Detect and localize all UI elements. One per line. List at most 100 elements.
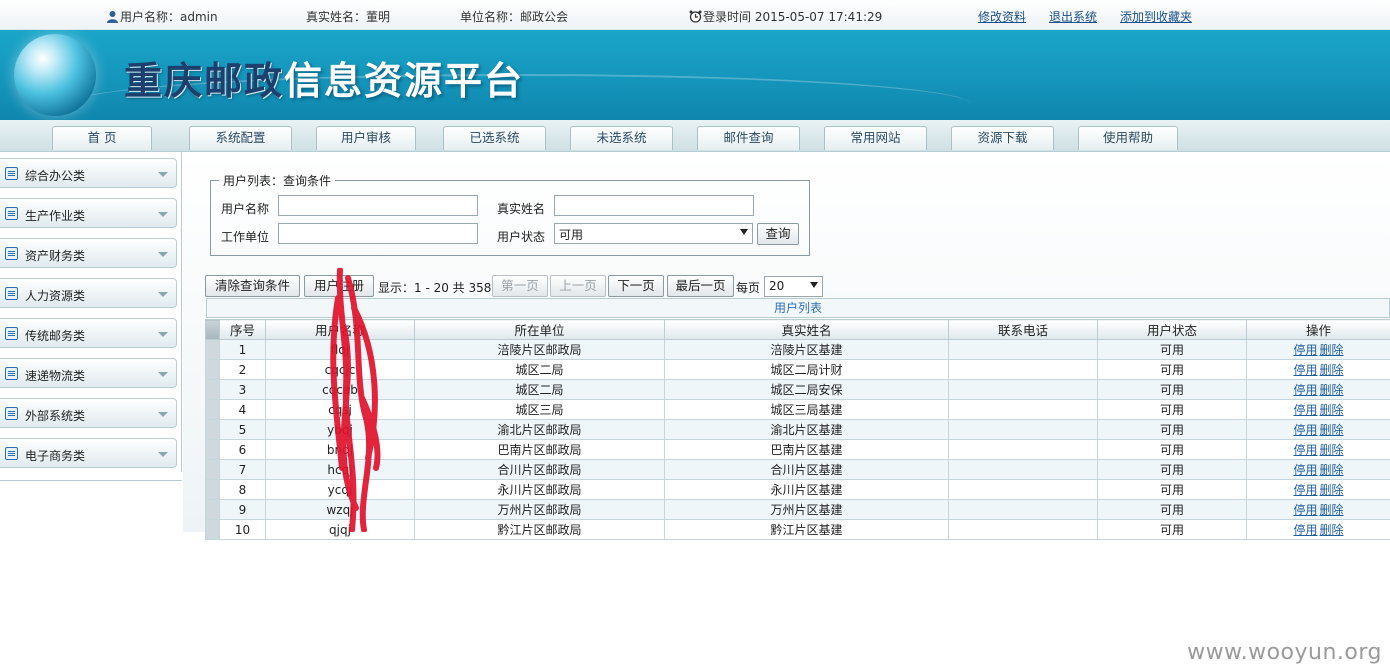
tab-unselected-systems[interactable]: 未选系统 xyxy=(570,126,673,150)
sidebar-item-external[interactable]: 外部系统类 xyxy=(0,398,177,428)
disable-user-link[interactable]: 停用 xyxy=(1293,423,1317,437)
sidebar: 综合办公类 生产作业类 资产财务类 人力资源类 传统邮务类 速递物流类 外部系统… xyxy=(0,152,182,532)
row-selector[interactable] xyxy=(206,360,220,380)
delete-user-link[interactable]: 删除 xyxy=(1320,343,1344,357)
cell-unit: 巴南片区邮政局 xyxy=(415,440,665,460)
row-selector[interactable] xyxy=(206,380,220,400)
sidebar-item-label: 外部系统类 xyxy=(25,407,85,424)
cell-realname: 城区二局安保 xyxy=(665,380,949,400)
cell-username: wzqj xyxy=(266,500,415,520)
tab-help[interactable]: 使用帮助 xyxy=(1078,126,1178,150)
delete-user-link[interactable]: 删除 xyxy=(1320,483,1344,497)
table-row[interactable]: 7hcqj合川片区邮政局合川片区基建可用停用删除 xyxy=(206,460,1390,480)
col-header-actions[interactable]: 操作 xyxy=(1247,320,1390,340)
disable-user-link[interactable]: 停用 xyxy=(1293,443,1317,457)
cell-username: hcqj xyxy=(266,460,415,480)
disable-user-link[interactable]: 停用 xyxy=(1293,483,1317,497)
cell-no: 2 xyxy=(220,360,266,380)
table-row[interactable]: 1flqj涪陵片区邮政局涪陵片区基建可用停用删除 xyxy=(206,340,1390,360)
delete-user-link[interactable]: 删除 xyxy=(1320,463,1344,477)
row-selector[interactable] xyxy=(206,520,220,540)
tab-common-sites[interactable]: 常用网站 xyxy=(824,126,927,150)
first-page-button[interactable]: 第一页 xyxy=(492,275,548,297)
unit-input[interactable] xyxy=(278,223,478,244)
search-button[interactable]: 查询 xyxy=(757,223,799,245)
row-selector[interactable] xyxy=(206,400,220,420)
col-header-no[interactable]: 序号 xyxy=(220,320,266,340)
table-row[interactable]: 5ybqj渝北片区邮政局渝北片区基建可用停用删除 xyxy=(206,420,1390,440)
logout-link[interactable]: 退出系统 xyxy=(1049,8,1097,25)
col-header-realname[interactable]: 真实姓名 xyxy=(665,320,949,340)
delete-user-link[interactable]: 删除 xyxy=(1320,403,1344,417)
disable-user-link[interactable]: 停用 xyxy=(1293,403,1317,417)
chevron-down-icon xyxy=(158,292,168,297)
disable-user-link[interactable]: 停用 xyxy=(1293,463,1317,477)
tab-user-review[interactable]: 用户审核 xyxy=(316,126,416,150)
delete-user-link[interactable]: 删除 xyxy=(1320,503,1344,517)
delete-user-link[interactable]: 删除 xyxy=(1320,363,1344,377)
table-row[interactable]: 3cqcab城区二局城区二局安保可用停用删除 xyxy=(206,380,1390,400)
sidebar-item-hr[interactable]: 人力资源类 xyxy=(0,278,177,308)
disable-user-link[interactable]: 停用 xyxy=(1293,523,1317,537)
cell-phone xyxy=(949,420,1098,440)
sidebar-item-express[interactable]: 速递物流类 xyxy=(0,358,177,388)
table-row[interactable]: 9wzqj万州片区邮政局万州片区基建可用停用删除 xyxy=(206,500,1390,520)
username-input[interactable] xyxy=(278,195,478,216)
tab-resource-download[interactable]: 资源下载 xyxy=(951,126,1054,150)
col-header-phone[interactable]: 联系电话 xyxy=(949,320,1098,340)
table-header-row: 序号 用户名称 所在单位 真实姓名 联系电话 用户状态 操作 xyxy=(206,320,1390,340)
user-list-title: 用户列表 xyxy=(206,298,1390,318)
tab-home[interactable]: 首 页 xyxy=(52,126,152,150)
tab-mail-query[interactable]: 邮件查询 xyxy=(697,126,800,150)
cell-unit: 合川片区邮政局 xyxy=(415,460,665,480)
col-header-status[interactable]: 用户状态 xyxy=(1098,320,1247,340)
cell-no: 3 xyxy=(220,380,266,400)
row-selector[interactable] xyxy=(206,420,220,440)
row-selector[interactable] xyxy=(206,500,220,520)
sidebar-item-ecommerce[interactable]: 电子商务类 xyxy=(0,438,177,468)
table-row[interactable]: 2cqcjc城区二局城区二局计财可用停用删除 xyxy=(206,360,1390,380)
cell-actions: 停用删除 xyxy=(1247,340,1390,360)
clear-query-button[interactable]: 清除查询条件 xyxy=(205,275,300,297)
col-header-username[interactable]: 用户名称 xyxy=(266,320,415,340)
delete-user-link[interactable]: 删除 xyxy=(1320,443,1344,457)
sidebar-item-finance[interactable]: 资产财务类 xyxy=(0,238,177,268)
sidebar-item-office[interactable]: 综合办公类 xyxy=(0,158,177,188)
prev-page-button[interactable]: 上一页 xyxy=(550,275,606,297)
last-page-button[interactable]: 最后一页 xyxy=(667,275,734,297)
disable-user-link[interactable]: 停用 xyxy=(1293,343,1317,357)
row-selector[interactable] xyxy=(206,460,220,480)
main-nav: 首 页 系统配置 用户审核 已选系统 未选系统 邮件查询 常用网站 资源下载 使… xyxy=(0,120,1390,152)
row-selector[interactable] xyxy=(206,340,220,360)
realname-input[interactable] xyxy=(554,195,754,216)
add-favorite-link[interactable]: 添加到收藏夹 xyxy=(1120,8,1192,25)
row-selector[interactable] xyxy=(206,480,220,500)
delete-user-link[interactable]: 删除 xyxy=(1320,423,1344,437)
table-row[interactable]: 10qjqj黔江片区邮政局黔江片区基建可用停用删除 xyxy=(206,520,1390,540)
cell-actions: 停用删除 xyxy=(1247,520,1390,540)
cell-phone xyxy=(949,480,1098,500)
table-row[interactable]: 4cqsj城区三局城区三局基建可用停用删除 xyxy=(206,400,1390,420)
tab-system-config[interactable]: 系统配置 xyxy=(189,126,292,150)
status-select[interactable]: 可用 xyxy=(554,223,753,244)
sidebar-item-production[interactable]: 生产作业类 xyxy=(0,198,177,228)
disable-user-link[interactable]: 停用 xyxy=(1293,363,1317,377)
row-selector-header[interactable] xyxy=(206,320,220,340)
per-page-select[interactable]: 20 xyxy=(764,276,823,297)
table-row[interactable]: 8ycqj永川片区邮政局永川片区基建可用停用删除 xyxy=(206,480,1390,500)
disable-user-link[interactable]: 停用 xyxy=(1293,503,1317,517)
watermark-text: www.wooyun.org xyxy=(1187,640,1382,665)
col-header-unit[interactable]: 所在单位 xyxy=(415,320,665,340)
list-icon xyxy=(5,207,18,220)
delete-user-link[interactable]: 删除 xyxy=(1320,523,1344,537)
table-row[interactable]: 6bnqj巴南片区邮政局巴南片区基建可用停用删除 xyxy=(206,440,1390,460)
disable-user-link[interactable]: 停用 xyxy=(1293,383,1317,397)
register-user-button[interactable]: 用户注册 xyxy=(304,275,374,297)
edit-profile-link[interactable]: 修改资料 xyxy=(978,8,1026,25)
cell-realname: 万州片区基建 xyxy=(665,500,949,520)
sidebar-item-postal[interactable]: 传统邮务类 xyxy=(0,318,177,348)
row-selector[interactable] xyxy=(206,440,220,460)
tab-selected-systems[interactable]: 已选系统 xyxy=(443,126,546,150)
next-page-button[interactable]: 下一页 xyxy=(608,275,664,297)
delete-user-link[interactable]: 删除 xyxy=(1320,383,1344,397)
